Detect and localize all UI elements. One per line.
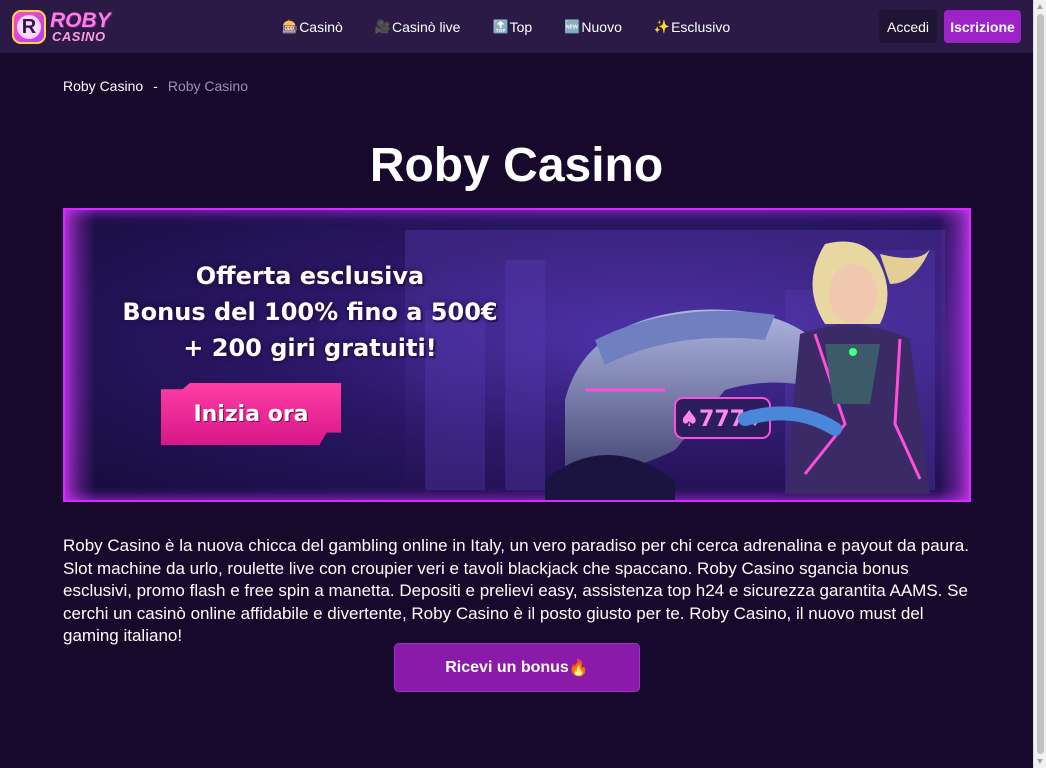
- logo-line-1: ROBY: [50, 8, 111, 32]
- banner-headline-line-1: Offerta esclusiva: [195, 262, 425, 290]
- nav-item-label: Nuovo: [581, 18, 622, 35]
- new-badge-icon: 🆕: [564, 18, 581, 34]
- banner-headline-line-2: Bonus del 100% fino a 500€: [122, 298, 498, 326]
- main-nav: 🎰 Casinò 🎥 Casinò live 🔝 Top 🆕 Nuovo ✨ E…: [282, 0, 730, 53]
- top-header: R ROBY CASINO 🎰 Casinò 🎥 Casinò live 🔝 T…: [0, 0, 1033, 53]
- banner-headline-line-3: + 200 giri gratuiti!: [183, 334, 437, 362]
- breadcrumb-current: Roby Casino: [167, 78, 248, 94]
- nav-item-nuovo[interactable]: 🆕 Nuovo: [564, 19, 622, 35]
- bonus-button-label: Ricevi un bonus: [445, 658, 569, 676]
- login-button[interactable]: Accedi: [879, 10, 937, 43]
- nav-item-esclusivo[interactable]: ✨ Esclusivo: [654, 19, 730, 35]
- get-bonus-button[interactable]: Ricevi un bonus 🔥: [394, 643, 640, 692]
- site-logo[interactable]: R ROBY CASINO: [12, 10, 111, 44]
- intro-paragraph: Roby Casino è la nuova chicca del gambli…: [63, 536, 969, 645]
- sparkles-icon: ✨: [653, 18, 671, 34]
- scroll-up-arrow-icon[interactable]: [1037, 4, 1043, 9]
- page: R ROBY CASINO 🎰 Casinò 🎥 Casinò live 🔝 T…: [0, 0, 1046, 768]
- nav-item-casino[interactable]: 🎰 Casinò: [282, 19, 343, 35]
- rider-illustration: [738, 241, 930, 494]
- nav-item-label: Casinò: [299, 18, 343, 35]
- slot-machine-icon: 🎰: [282, 18, 299, 34]
- logo-line-2: CASINO: [52, 28, 106, 44]
- nav-item-label: Top: [509, 18, 533, 35]
- vertical-scrollbar[interactable]: [1033, 0, 1046, 768]
- movie-camera-icon: 🎥: [374, 18, 391, 34]
- logo-wordmark: ROBY CASINO: [50, 8, 111, 44]
- top-arrow-icon: 🔝: [492, 18, 509, 34]
- breadcrumb: Roby Casino - Roby Casino: [63, 78, 248, 94]
- nav-item-casino-live[interactable]: 🎥 Casinò live: [375, 19, 461, 35]
- breadcrumb-separator: -: [153, 78, 158, 94]
- banner-headline: Offerta esclusiva Bonus del 100% fino a …: [105, 258, 515, 366]
- promo-banner[interactable]: ♠777♥ Offerta esclusiva Bonus del 100% f…: [63, 208, 971, 502]
- scrollbar-thumb[interactable]: [1037, 14, 1044, 754]
- banner-glow-left: [65, 210, 95, 500]
- fire-icon: 🔥: [568, 659, 589, 677]
- logo-badge-icon: R: [12, 10, 46, 44]
- page-title: Roby Casino: [369, 139, 664, 192]
- banner-cta-button[interactable]: Inizia ora: [161, 383, 341, 445]
- nav-item-top[interactable]: 🔝 Top: [492, 19, 532, 35]
- nav-item-label: Casinò live: [391, 18, 461, 35]
- nav-item-label: Esclusivo: [671, 18, 731, 35]
- scroll-down-arrow-icon[interactable]: [1037, 759, 1043, 764]
- logo-badge-letter: R: [17, 15, 41, 39]
- signup-button[interactable]: Iscrizione: [944, 10, 1021, 43]
- breadcrumb-home-link[interactable]: Roby Casino: [63, 78, 143, 94]
